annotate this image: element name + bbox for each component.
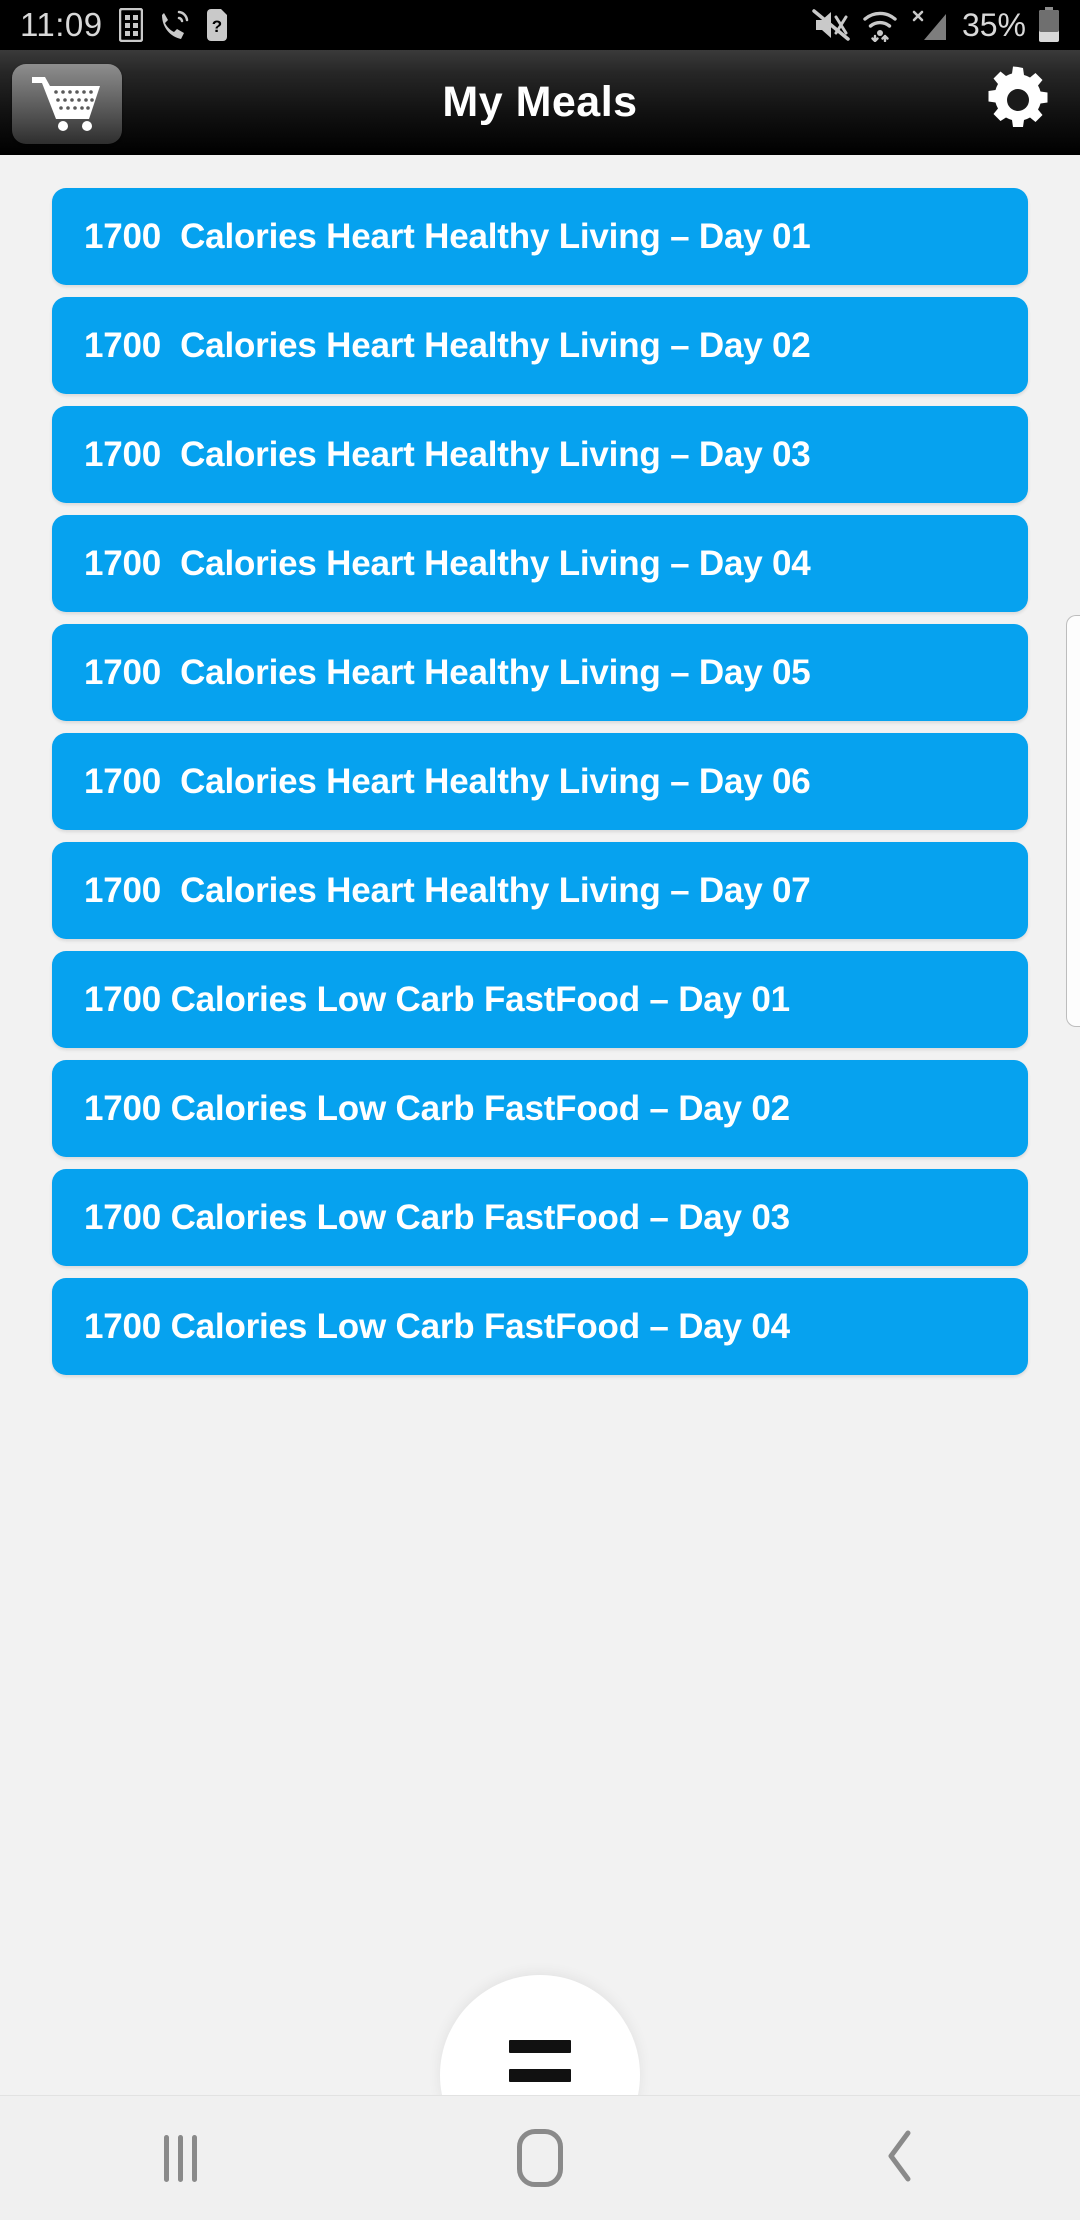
meal-list-item[interactable]: 1700 Calories Heart Healthy Living – Day…: [52, 297, 1028, 394]
meal-list-item[interactable]: 1700 Calories Low Carb FastFood – Day 01: [52, 951, 1028, 1048]
recents-icon: [163, 2134, 197, 2182]
meal-list-item[interactable]: 1700 Calories Low Carb FastFood – Day 04: [52, 1278, 1028, 1375]
back-chevron-icon: [883, 2128, 917, 2189]
meal-list-item-label: 1700 Calories Heart Healthy Living – Day…: [84, 761, 811, 801]
battery-icon: [1038, 7, 1060, 43]
meal-list-item[interactable]: 1700 Calories Heart Healthy Living – Day…: [52, 188, 1028, 285]
meal-list-item[interactable]: 1700 Calories Heart Healthy Living – Day…: [52, 406, 1028, 503]
status-bar-right: 35%: [812, 7, 1060, 44]
meal-list-item[interactable]: 1700 Calories Heart Healthy Living – Day…: [52, 733, 1028, 830]
shopping-cart-icon: [30, 73, 104, 136]
meal-list-item-label: 1700 Calories Heart Healthy Living – Day…: [84, 870, 811, 910]
meal-list-item-label: 1700 Calories Heart Healthy Living – Day…: [84, 652, 811, 692]
mute-icon: [812, 8, 850, 42]
settings-button[interactable]: [978, 63, 1058, 143]
meal-list-item-label: 1700 Calories Low Carb FastFood – Day 02: [84, 1088, 790, 1128]
page-title: My Meals: [442, 78, 638, 126]
wifi-icon: [862, 8, 898, 42]
recents-button[interactable]: [80, 2096, 280, 2220]
home-button[interactable]: [440, 2096, 640, 2220]
meal-list-item[interactable]: 1700 Calories Low Carb FastFood – Day 03: [52, 1169, 1028, 1266]
meal-list-item-label: 1700 Calories Heart Healthy Living – Day…: [84, 543, 811, 583]
status-time: 11:09: [20, 6, 103, 43]
gear-icon: [983, 65, 1053, 140]
meal-list-item-label: 1700 Calories Low Carb FastFood – Day 01: [84, 979, 790, 1019]
meal-list-item-label: 1700 Calories Heart Healthy Living – Day…: [84, 325, 811, 365]
call-wifi-icon: [159, 9, 189, 41]
meal-list-item-label: 1700 Calories Low Carb FastFood – Day 04: [84, 1306, 790, 1346]
meal-list-item[interactable]: 1700 Calories Low Carb FastFood – Day 02: [52, 1060, 1028, 1157]
hamburger-menu-icon: [509, 2068, 571, 2082]
meal-list-item-label: 1700 Calories Low Carb FastFood – Day 03: [84, 1197, 790, 1237]
meal-list-item-label: 1700 Calories Heart Healthy Living – Day…: [84, 434, 811, 474]
sim-card-icon: [118, 8, 143, 42]
meal-list-item[interactable]: 1700 Calories Heart Healthy Living – Day…: [52, 515, 1028, 612]
meal-list-item[interactable]: 1700 Calories Heart Healthy Living – Day…: [52, 842, 1028, 939]
phone-screen: 11:09 ? 35% My Meals 1700 Calories Heart…: [0, 0, 1080, 2220]
status-bar: 11:09 ? 35%: [0, 0, 1080, 50]
status-bar-left: 11:09 ?: [20, 6, 812, 44]
scrollbar-thumb[interactable]: [1066, 615, 1080, 1027]
app-header: My Meals: [0, 50, 1080, 155]
home-icon: [517, 2129, 563, 2187]
no-signal-icon: [910, 8, 950, 42]
unknown-sim-icon: ?: [205, 8, 229, 42]
meal-list-item[interactable]: 1700 Calories Heart Healthy Living – Day…: [52, 624, 1028, 721]
svg-text:?: ?: [211, 17, 221, 36]
scrollbar-track[interactable]: [1066, 155, 1080, 2095]
shopping-cart-button[interactable]: [12, 64, 122, 144]
meal-list-item-label: 1700 Calories Heart Healthy Living – Day…: [84, 216, 811, 256]
battery-percent: 35%: [961, 6, 1026, 43]
hamburger-menu-icon: [509, 2039, 571, 2053]
meal-list-inner: 1700 Calories Heart Healthy Living – Day…: [0, 155, 1080, 1375]
meal-list[interactable]: 1700 Calories Heart Healthy Living – Day…: [0, 155, 1080, 2095]
back-button[interactable]: [800, 2096, 1000, 2220]
android-nav-bar: [0, 2095, 1080, 2220]
